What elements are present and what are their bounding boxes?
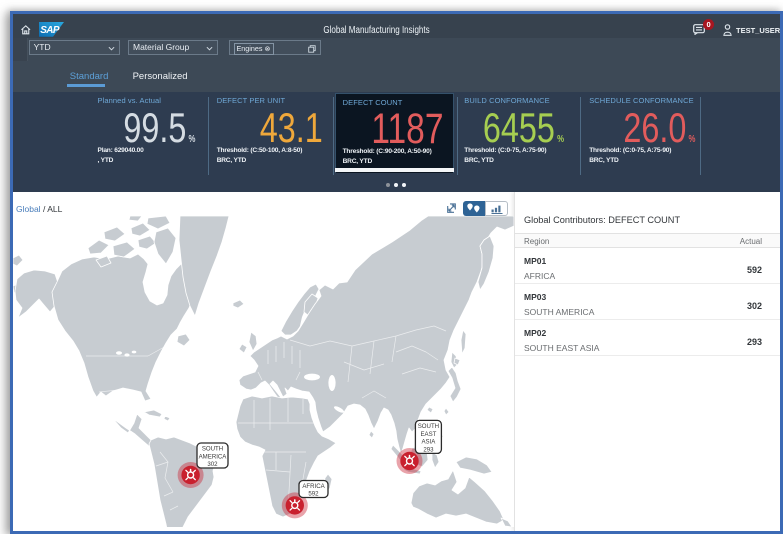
svg-text:ASIA: ASIA	[421, 439, 436, 446]
svg-text:AFRICA: AFRICA	[302, 483, 325, 490]
svg-text:SOUTH: SOUTH	[418, 423, 439, 430]
svg-text:EAST: EAST	[420, 431, 436, 438]
svg-text:AMERICA: AMERICA	[199, 453, 228, 460]
svg-text:302: 302	[207, 461, 218, 468]
svg-text:SAP: SAP	[41, 25, 61, 36]
svg-text:592: 592	[308, 490, 319, 497]
svg-text:SOUTH: SOUTH	[202, 446, 223, 453]
svg-text:293: 293	[423, 446, 434, 453]
